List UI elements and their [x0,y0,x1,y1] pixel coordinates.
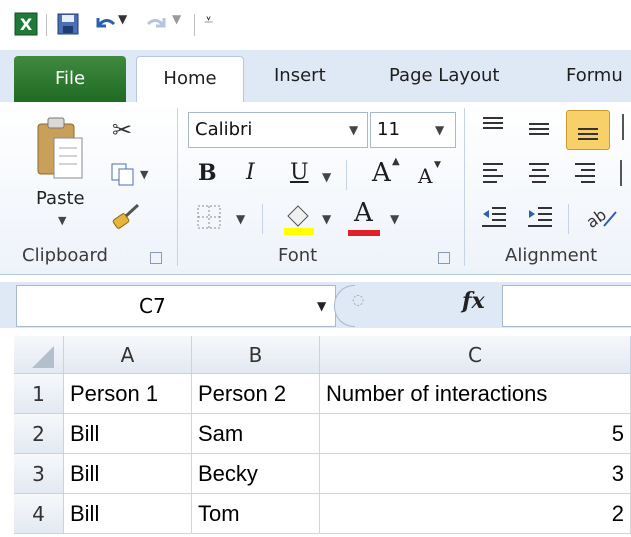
font-name-combobox[interactable]: Calibri ▼ [188,112,368,148]
orientation-icon[interactable]: ab [583,204,620,234]
font-color-letter: A [354,198,373,228]
font-name-value: Calibri [195,119,253,140]
align-top-icon[interactable] [480,114,506,140]
wrap-text-icon[interactable] [622,114,631,140]
formula-bar-divider-icon[interactable]: ◌ [352,292,364,308]
cell-c3[interactable]: 3 [320,454,631,494]
row-header-2[interactable]: 2 [14,414,64,454]
cell-b1[interactable]: Person 2 [192,374,320,414]
tab-page-layout[interactable]: Page Layout [389,50,500,102]
shrink-font-arrow-icon: ▼ [434,160,441,170]
shrink-font-button[interactable]: A [418,164,432,188]
tab-file[interactable]: File [14,56,126,102]
row-header-1[interactable]: 1 [14,374,64,414]
svg-text:ab: ab [584,205,610,230]
paste-button[interactable] [32,114,88,188]
underline-button[interactable]: U [290,160,309,185]
tab-insert[interactable]: Insert [274,50,326,102]
undo-dropdown-icon[interactable]: ▼ [118,12,127,26]
align-bottom-button[interactable] [566,110,610,150]
align-right-icon[interactable] [572,160,598,188]
column-header-c[interactable]: C [320,336,631,374]
ribbon-tab-bar: File Home Insert Page Layout Formu [0,50,631,104]
fill-color-dropdown-icon[interactable]: ▼ [322,212,331,226]
font-dialog-launcher-icon[interactable] [438,252,450,264]
decrease-indent-icon[interactable] [480,204,508,234]
row-header-3[interactable]: 3 [14,454,64,494]
column-header-a[interactable]: A [64,336,192,374]
redo-dropdown-icon[interactable]: ▼ [172,12,181,26]
copy-icon[interactable] [110,162,136,190]
paste-label[interactable]: Paste [36,188,85,209]
worksheet-grid: A B C 1 Person 1 Person 2 Number of inte… [0,336,631,537]
quick-access-toolbar: X ▼ ▼ ⩡ [0,0,631,50]
cell-a3[interactable]: Bill [64,454,192,494]
font-group-label: Font [278,245,318,266]
formula-bar: C7 ▼ ◌ fx [0,282,631,328]
italic-button[interactable]: I [246,160,255,185]
undo-icon[interactable] [92,12,116,36]
copy-dropdown-icon[interactable]: ▼ [140,168,148,181]
formula-input[interactable] [502,285,631,327]
fill-color-icon[interactable] [282,200,316,240]
paste-dropdown-icon[interactable]: ▼ [58,214,66,227]
cell-c1[interactable]: Number of interactions [320,374,631,414]
font-color-swatch [348,230,380,236]
cell-b4[interactable]: Tom [192,494,320,534]
align-left-icon[interactable] [480,160,506,188]
merge-center-icon[interactable] [620,160,631,186]
excel-icon[interactable]: X [14,12,38,36]
name-box-value: C7 [139,294,166,318]
name-box[interactable]: C7 ▼ [16,285,336,327]
tab-home[interactable]: Home [136,56,244,104]
bold-button[interactable]: B [198,160,217,186]
alignment-group-label: Alignment [505,245,598,266]
align-center-icon[interactable] [526,160,552,188]
ribbon: Paste ▼ ✂ ▼ Clipboard Calibri ▼ 11 ▼ B I… [0,102,631,275]
cell-a1[interactable]: Person 1 [64,374,192,414]
borders-icon[interactable] [196,204,222,234]
cell-a2[interactable]: Bill [64,414,192,454]
row-header-4[interactable]: 4 [14,494,64,534]
tab-formulas[interactable]: Formu [566,50,623,102]
cut-icon[interactable]: ✂ [112,116,132,144]
insert-function-button[interactable]: fx [462,288,485,314]
select-all-corner[interactable] [14,336,64,374]
increase-indent-icon[interactable] [526,204,554,234]
name-box-dropdown-icon[interactable]: ▼ [317,299,326,313]
font-name-dropdown-icon[interactable]: ▼ [349,113,358,147]
format-painter-icon[interactable] [112,202,142,234]
cell-b3[interactable]: Becky [192,454,320,494]
grow-font-button[interactable]: A [372,158,391,188]
cell-c4[interactable]: 2 [320,494,631,534]
svg-text:X: X [20,15,33,34]
clipboard-dialog-launcher-icon[interactable] [150,252,162,264]
clipboard-group-label: Clipboard [22,245,108,266]
borders-dropdown-icon[interactable]: ▼ [236,212,245,226]
font-size-dropdown-icon[interactable]: ▼ [435,113,444,147]
font-color-dropdown-icon[interactable]: ▼ [390,212,399,226]
customize-toolbar-icon[interactable]: ⩡ [204,10,213,30]
save-icon[interactable] [56,12,80,36]
column-header-b[interactable]: B [192,336,320,374]
cell-a4[interactable]: Bill [64,494,192,534]
underline-dropdown-icon[interactable]: ▼ [322,170,331,184]
redo-icon[interactable] [146,12,170,36]
grow-font-arrow-icon: ▲ [392,156,400,167]
cell-b2[interactable]: Sam [192,414,320,454]
font-size-combobox[interactable]: 11 ▼ [370,112,456,148]
cell-c2[interactable]: 5 [320,414,631,454]
align-middle-icon[interactable] [526,118,552,144]
font-size-value: 11 [377,119,400,140]
